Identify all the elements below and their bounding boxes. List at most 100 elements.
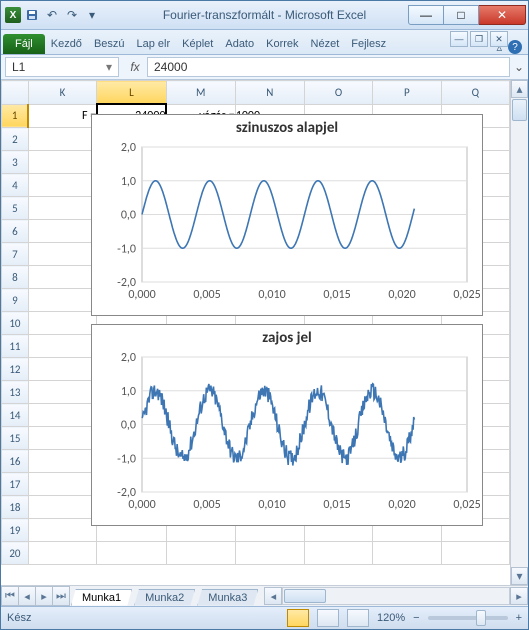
cell[interactable] [28, 381, 96, 404]
cell[interactable] [235, 542, 304, 565]
name-box[interactable]: L1 ▾ [5, 57, 119, 77]
help-icon[interactable]: ? [508, 40, 522, 54]
scroll-left-icon[interactable]: ◂ [264, 587, 282, 605]
minimize-button[interactable]: — [408, 5, 444, 25]
ribbon-tab[interactable]: Lap elr [131, 34, 177, 54]
column-header[interactable]: O [304, 81, 372, 105]
close-button[interactable]: ✕ [479, 5, 526, 25]
select-all-corner[interactable] [2, 81, 29, 105]
scroll-right-icon[interactable]: ▸ [510, 587, 528, 605]
cell[interactable] [28, 243, 96, 266]
row-header[interactable]: 4 [2, 174, 29, 197]
row-header[interactable]: 8 [2, 266, 29, 289]
cell[interactable] [28, 404, 96, 427]
zoom-slider[interactable] [428, 616, 508, 620]
column-header[interactable]: M [166, 81, 235, 105]
file-tab[interactable]: Fájl [3, 34, 45, 54]
cell[interactable] [28, 151, 96, 174]
row-header[interactable]: 15 [2, 427, 29, 450]
ribbon-tab[interactable]: Kezdő [45, 34, 88, 54]
scroll-track[interactable] [511, 122, 528, 567]
scroll-thumb[interactable] [284, 589, 326, 603]
cell[interactable] [28, 312, 96, 335]
row-header[interactable]: 12 [2, 358, 29, 381]
sheet-tab[interactable]: Munka2 [134, 589, 195, 606]
tab-first-icon[interactable]: ⏮ [1, 586, 19, 606]
row-header[interactable]: 3 [2, 151, 29, 174]
row-header[interactable]: 7 [2, 243, 29, 266]
cell[interactable] [28, 519, 96, 542]
tab-last-icon[interactable]: ⏭ [52, 586, 70, 606]
row-header[interactable]: 6 [2, 220, 29, 243]
cell[interactable] [28, 128, 96, 151]
row-header[interactable]: 5 [2, 197, 29, 220]
row-header[interactable]: 9 [2, 289, 29, 312]
fx-icon[interactable]: fx [123, 60, 147, 74]
sheet-tab[interactable]: Munka3 [197, 589, 258, 606]
scroll-thumb[interactable] [512, 99, 527, 121]
horizontal-scrollbar[interactable]: ◂ ▸ [264, 587, 528, 605]
scroll-down-icon[interactable]: ▾ [511, 567, 528, 585]
cell[interactable] [28, 197, 96, 220]
view-pagebreak-button[interactable] [347, 609, 369, 627]
row-header[interactable]: 19 [2, 519, 29, 542]
cell[interactable] [28, 335, 96, 358]
formula-expand-icon[interactable]: ⌄ [514, 60, 528, 74]
vertical-scrollbar[interactable]: ▴ ▾ [510, 80, 528, 585]
column-header[interactable]: L [97, 81, 166, 105]
cell[interactable] [28, 220, 96, 243]
name-box-dropdown-icon[interactable]: ▾ [106, 60, 112, 74]
cell[interactable] [373, 542, 441, 565]
scroll-track[interactable] [282, 587, 510, 605]
ribbon-tab[interactable]: Adato [219, 34, 260, 54]
maximize-button[interactable]: □ [444, 5, 479, 25]
row-header[interactable]: 17 [2, 473, 29, 496]
row-header[interactable]: 11 [2, 335, 29, 358]
doc-restore-button[interactable]: ❐ [470, 31, 488, 47]
cell[interactable] [166, 542, 235, 565]
row-header[interactable]: 2 [2, 128, 29, 151]
cell[interactable] [97, 542, 166, 565]
column-header[interactable]: P [373, 81, 441, 105]
chart-sine[interactable]: szinuszos alapjel 2,01,00,0-1,0-2,00,000… [91, 114, 483, 316]
save-icon[interactable] [23, 6, 41, 24]
cell[interactable] [28, 266, 96, 289]
cell[interactable] [441, 542, 509, 565]
row-header[interactable]: 13 [2, 381, 29, 404]
cell[interactable] [28, 289, 96, 312]
ribbon-tab[interactable]: Beszú [88, 34, 131, 54]
cell[interactable]: F = [28, 104, 96, 128]
ribbon-tab[interactable]: Nézet [305, 34, 346, 54]
undo-icon[interactable]: ↶ [43, 6, 61, 24]
qat-dropdown-icon[interactable]: ▾ [83, 6, 101, 24]
zoom-thumb[interactable] [476, 610, 486, 626]
cell[interactable] [28, 473, 96, 496]
row-header[interactable]: 1 [2, 104, 29, 128]
ribbon-tab[interactable]: Képlet [176, 34, 219, 54]
row-header[interactable]: 20 [2, 542, 29, 565]
view-layout-button[interactable] [317, 609, 339, 627]
cell[interactable] [28, 496, 96, 519]
tab-next-icon[interactable]: ▸ [35, 586, 53, 606]
column-header[interactable]: Q [441, 81, 509, 105]
cell[interactable] [28, 358, 96, 381]
tab-prev-icon[interactable]: ◂ [18, 586, 36, 606]
cell[interactable] [28, 542, 96, 565]
redo-icon[interactable]: ↷ [63, 6, 81, 24]
zoom-out-button[interactable]: − [413, 612, 419, 624]
cell[interactable] [28, 450, 96, 473]
row-header[interactable]: 10 [2, 312, 29, 335]
row-header[interactable]: 16 [2, 450, 29, 473]
formula-input[interactable]: 24000 [147, 57, 510, 77]
sheet-tab[interactable]: Munka1 [71, 589, 132, 606]
scroll-up-icon[interactable]: ▴ [511, 80, 528, 98]
doc-minimize-button[interactable]: — [450, 31, 468, 47]
row-header[interactable]: 18 [2, 496, 29, 519]
cell[interactable] [28, 174, 96, 197]
zoom-in-button[interactable]: + [516, 612, 522, 624]
view-normal-button[interactable] [287, 609, 309, 627]
column-header[interactable]: N [235, 81, 304, 105]
column-header[interactable]: K [28, 81, 96, 105]
cell[interactable] [28, 427, 96, 450]
cell[interactable] [304, 542, 372, 565]
